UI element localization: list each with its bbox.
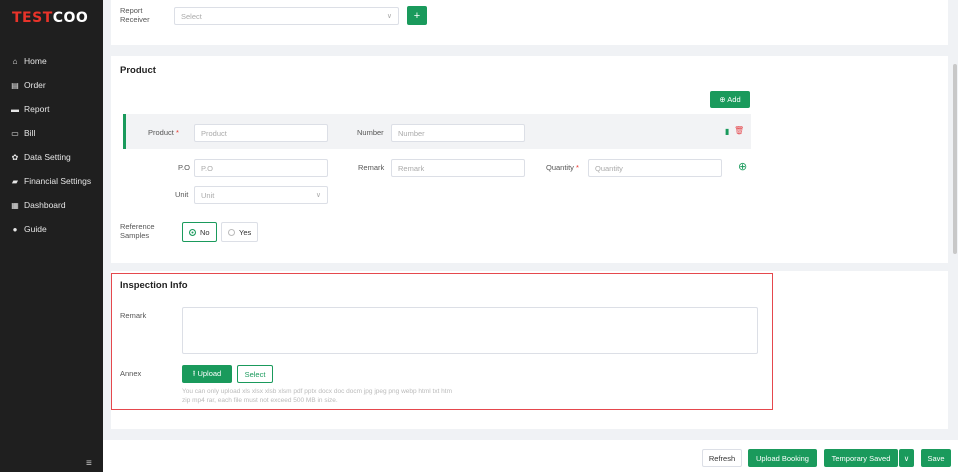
sidebar: TESTCOO ⌂ Home ▤ Order ▬ Report ▭ Bill ✿ Data… [0,0,103,472]
sidebar-item-bill[interactable]: ▭ Bill [0,121,103,145]
product-section-title: Product [120,65,156,76]
add-receiver-button[interactable]: + [407,6,427,25]
logo-text-coo: COO [52,10,89,26]
input-placeholder: Quantity [595,163,623,173]
sidebar-item-label: Guide [24,224,47,234]
product-label: Product * [148,128,179,137]
product-card: Product ⊕ Add Product * Product Number N… [111,56,948,263]
chevron-down-icon: ∨ [315,192,321,199]
footer-action-bar: Refresh Upload Booking Temporary Saved ∨… [103,440,958,472]
label-line: Samples [120,231,150,240]
radio-dot-icon [189,228,196,236]
radio-dot-icon [228,228,235,236]
input-placeholder: P.O [201,163,213,173]
sidebar-nav: ⌂ Home ▤ Order ▬ Report ▭ Bill ✿ Data Setting… [0,49,103,241]
label-line: Reference [120,222,155,231]
save-button[interactable]: Save [921,449,951,467]
temporary-saved-button[interactable]: Temporary Saved [824,449,898,467]
unit-label: Unit [175,190,189,199]
quantity-input[interactable]: Quantity [588,159,722,177]
inspection-remark-label: Remark [120,311,147,320]
upload-booking-button[interactable]: Upload Booking [748,449,817,467]
chevron-down-icon: ∨ [386,13,392,20]
report-receiver-label: Report Receiver [120,6,150,24]
reference-samples-label: Reference Samples [120,222,155,240]
testcoo-logo[interactable]: TESTCOO [12,10,88,26]
product-input[interactable]: Product [194,124,328,142]
sidebar-item-label: Order [24,80,46,90]
sidebar-item-order[interactable]: ▤ Order [0,73,103,97]
main-content: Report Receiver Select ∨ + Product ⊕ Add… [103,0,958,472]
remark-label: Remark [358,163,385,172]
hint-line: You can only upload xls xlsx xlsb xlsm p… [182,388,453,395]
select-file-button[interactable]: Select [237,365,273,383]
sidebar-item-report[interactable]: ▬ Report [0,97,103,121]
upload-button[interactable]: ⭱ Upload [182,365,232,383]
add-row-icon[interactable]: ⊕ [738,160,747,173]
label-line: Report [120,6,143,15]
number-input[interactable]: Number [391,124,525,142]
sidebar-item-label: Financial Settings [24,176,92,186]
sidebar-item-financial-settings[interactable]: ▰ Financial Settings [0,169,103,193]
folder-icon: ▰ [11,176,19,186]
hint-line: zip mp4 rar, each file must not exceed 5… [182,397,338,404]
radio-label: Yes [239,227,252,237]
radio-label: No [200,227,210,237]
annex-label: Annex [120,369,142,378]
sidebar-item-label: Home [24,56,47,66]
po-input[interactable]: P.O [194,159,328,177]
input-placeholder: Number [398,128,425,138]
sidebar-item-home[interactable]: ⌂ Home [0,49,103,73]
po-label: P.O [178,163,190,172]
copy-icon[interactable]: ▮ [725,127,729,136]
report-receiver-select[interactable]: Select ∨ [174,7,399,25]
reference-samples-yes-radio[interactable]: Yes [221,222,259,242]
dashboard-icon: ▦ [11,200,19,210]
bill-icon: ▭ [11,128,19,138]
inspection-section-title: Inspection Info [120,280,188,291]
select-placeholder: Unit [201,190,215,200]
page-scrollbar[interactable] [953,64,957,254]
sidebar-item-label: Bill [24,128,36,138]
sidebar-item-dashboard[interactable]: ▦ Dashboard [0,193,103,217]
menu-toggle-icon[interactable]: ≡ [86,458,92,469]
delete-icon[interactable]: 🗑 [734,126,744,135]
sidebar-item-guide[interactable]: ● Guide [0,217,103,241]
remark-input[interactable]: Remark [391,159,525,177]
home-icon: ⌂ [12,56,18,66]
select-placeholder: Select [181,11,202,21]
inspection-remark-textarea[interactable] [182,307,758,354]
sidebar-item-label: Data Setting [24,152,71,162]
required-mark: * [576,163,579,172]
order-icon: ▤ [11,80,19,90]
required-mark: * [175,128,179,137]
info-icon: ● [12,224,18,234]
gear-icon: ✿ [11,152,19,162]
reference-samples-no-radio[interactable]: No [182,222,217,242]
upload-hint: You can only upload xls xlsx xlsb xlsm p… [182,387,512,405]
report-icon: ▬ [11,104,19,114]
sidebar-item-label: Report [24,104,50,114]
number-label: Number [357,128,384,137]
label-text: Quantity [546,163,574,172]
label-text: Product [148,128,174,137]
label-line: Receiver [120,15,150,24]
logo-text-test: TEST [12,10,53,26]
inspection-info-card: Inspection Info Remark Annex ⭱ Upload Se… [111,271,948,429]
unit-select[interactable]: Unit ∨ [194,186,328,204]
chevron-down-icon[interactable]: ∨ [899,449,914,467]
sidebar-item-label: Dashboard [24,200,66,210]
input-placeholder: Product [201,128,227,138]
quantity-label: Quantity * [546,163,579,172]
sidebar-item-data-setting[interactable]: ✿ Data Setting [0,145,103,169]
input-placeholder: Remark [398,163,425,173]
refresh-button[interactable]: Refresh [702,449,742,467]
add-product-button[interactable]: ⊕ Add [710,91,750,108]
report-receiver-card: Report Receiver Select ∨ + [111,0,948,45]
